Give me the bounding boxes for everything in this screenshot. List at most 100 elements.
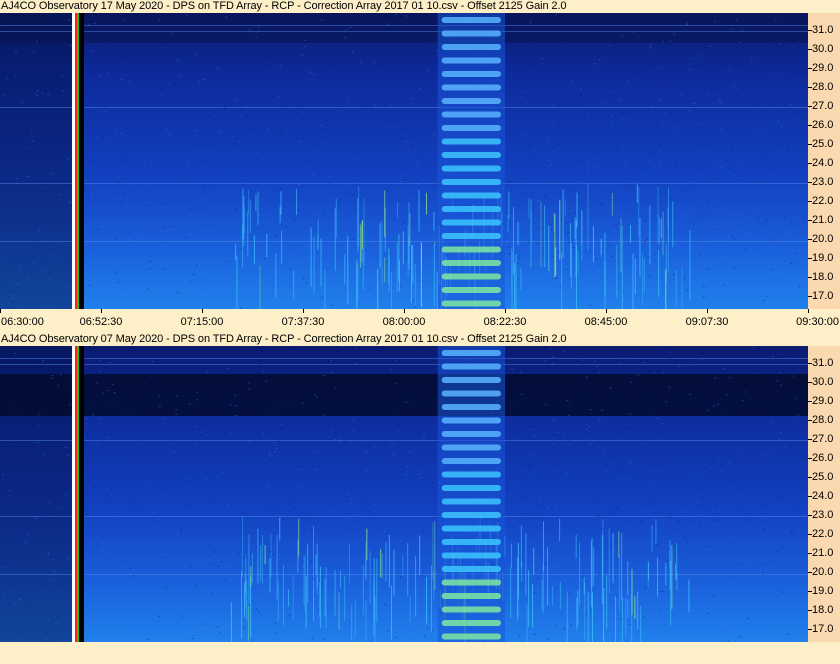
noise-speck xyxy=(109,362,112,364)
noise-speck xyxy=(547,458,550,460)
noise-speck xyxy=(585,614,588,616)
noise-speck xyxy=(570,624,573,626)
noise-speck xyxy=(782,547,785,549)
noise-speck xyxy=(292,567,295,569)
noise-speck xyxy=(256,148,259,150)
noise-speck xyxy=(781,591,784,593)
noise-speck xyxy=(145,205,148,207)
noise-speck xyxy=(566,268,569,270)
noise-speck xyxy=(50,172,53,174)
noise-speck xyxy=(626,183,629,185)
noise-speck xyxy=(268,453,271,455)
noise-speck xyxy=(11,403,14,405)
noise-speck xyxy=(384,461,387,463)
noise-speck xyxy=(691,363,694,365)
noise-speck xyxy=(213,229,216,231)
noise-speck xyxy=(423,500,426,502)
noise-speck xyxy=(304,498,307,500)
noise-speck xyxy=(588,425,591,427)
noise-speck xyxy=(551,494,554,496)
noise-speck xyxy=(161,203,164,205)
noise-speck xyxy=(141,110,144,112)
noise-speck xyxy=(556,352,559,354)
noise-speck xyxy=(747,353,750,355)
emission-streak xyxy=(621,225,623,267)
noise-speck xyxy=(222,636,225,638)
noise-speck xyxy=(20,639,23,641)
emission-streak xyxy=(287,589,289,607)
noise-speck xyxy=(345,69,348,71)
noise-speck xyxy=(628,478,631,480)
noise-speck xyxy=(38,413,41,415)
noise-speck xyxy=(749,425,752,427)
noise-speck xyxy=(334,157,337,159)
emission-streak xyxy=(250,566,252,587)
freq-tick-label: 22.0 xyxy=(812,194,834,207)
noise-speck xyxy=(223,167,226,169)
noise-speck xyxy=(510,399,513,401)
noise-speck xyxy=(593,165,596,167)
noise-speck xyxy=(195,53,198,55)
noise-speck xyxy=(720,128,723,130)
noise-speck xyxy=(795,398,798,400)
noise-speck xyxy=(679,46,682,48)
burst-band xyxy=(441,471,501,478)
emission-streak xyxy=(649,205,651,265)
burst-band xyxy=(441,444,501,451)
noise-speck xyxy=(646,421,649,423)
emission-streak xyxy=(528,198,530,219)
noise-speck xyxy=(251,533,254,535)
noise-speck xyxy=(46,226,49,228)
noise-speck xyxy=(170,354,173,356)
noise-speck xyxy=(49,278,52,280)
emission-streak xyxy=(362,248,364,290)
noise-speck xyxy=(628,20,631,22)
noise-speck xyxy=(24,477,27,479)
noise-speck xyxy=(428,42,431,44)
noise-speck xyxy=(84,500,87,502)
noise-speck xyxy=(105,487,108,489)
noise-speck xyxy=(327,150,330,152)
noise-speck xyxy=(185,547,188,549)
noise-speck xyxy=(273,121,276,123)
noise-speck xyxy=(528,75,531,77)
noise-speck xyxy=(98,75,101,77)
noise-speck xyxy=(595,251,598,253)
noise-speck xyxy=(248,140,251,142)
noise-speck xyxy=(714,263,717,265)
noise-speck xyxy=(752,347,755,349)
noise-speck xyxy=(793,112,796,114)
noise-speck xyxy=(114,128,117,130)
noise-speck xyxy=(131,263,134,265)
noise-speck xyxy=(559,194,562,196)
noise-speck xyxy=(175,409,178,411)
noise-speck xyxy=(259,364,262,366)
noise-speck xyxy=(683,188,686,190)
noise-speck xyxy=(571,219,574,221)
noise-speck xyxy=(663,296,666,298)
noise-speck xyxy=(409,626,412,628)
noise-speck xyxy=(562,350,565,352)
noise-speck xyxy=(587,433,590,435)
noise-speck xyxy=(659,145,662,147)
noise-speck xyxy=(136,446,139,448)
noise-speck xyxy=(647,510,650,512)
noise-speck xyxy=(364,597,367,599)
noise-speck xyxy=(273,546,276,548)
emission-streak xyxy=(398,234,400,283)
noise-speck xyxy=(206,150,209,152)
noise-speck xyxy=(532,472,535,474)
noise-speck xyxy=(209,564,212,566)
noise-speck xyxy=(627,81,630,83)
noise-speck xyxy=(93,23,96,25)
noise-speck xyxy=(248,266,251,268)
noise-speck xyxy=(709,45,712,47)
noise-speck xyxy=(225,579,228,581)
noise-speck xyxy=(359,59,362,61)
burst-band xyxy=(441,498,501,505)
noise-speck xyxy=(243,443,246,445)
noise-speck xyxy=(137,615,140,617)
dark-left-region xyxy=(0,13,75,309)
noise-speck xyxy=(772,560,775,562)
noise-speck xyxy=(683,59,686,61)
